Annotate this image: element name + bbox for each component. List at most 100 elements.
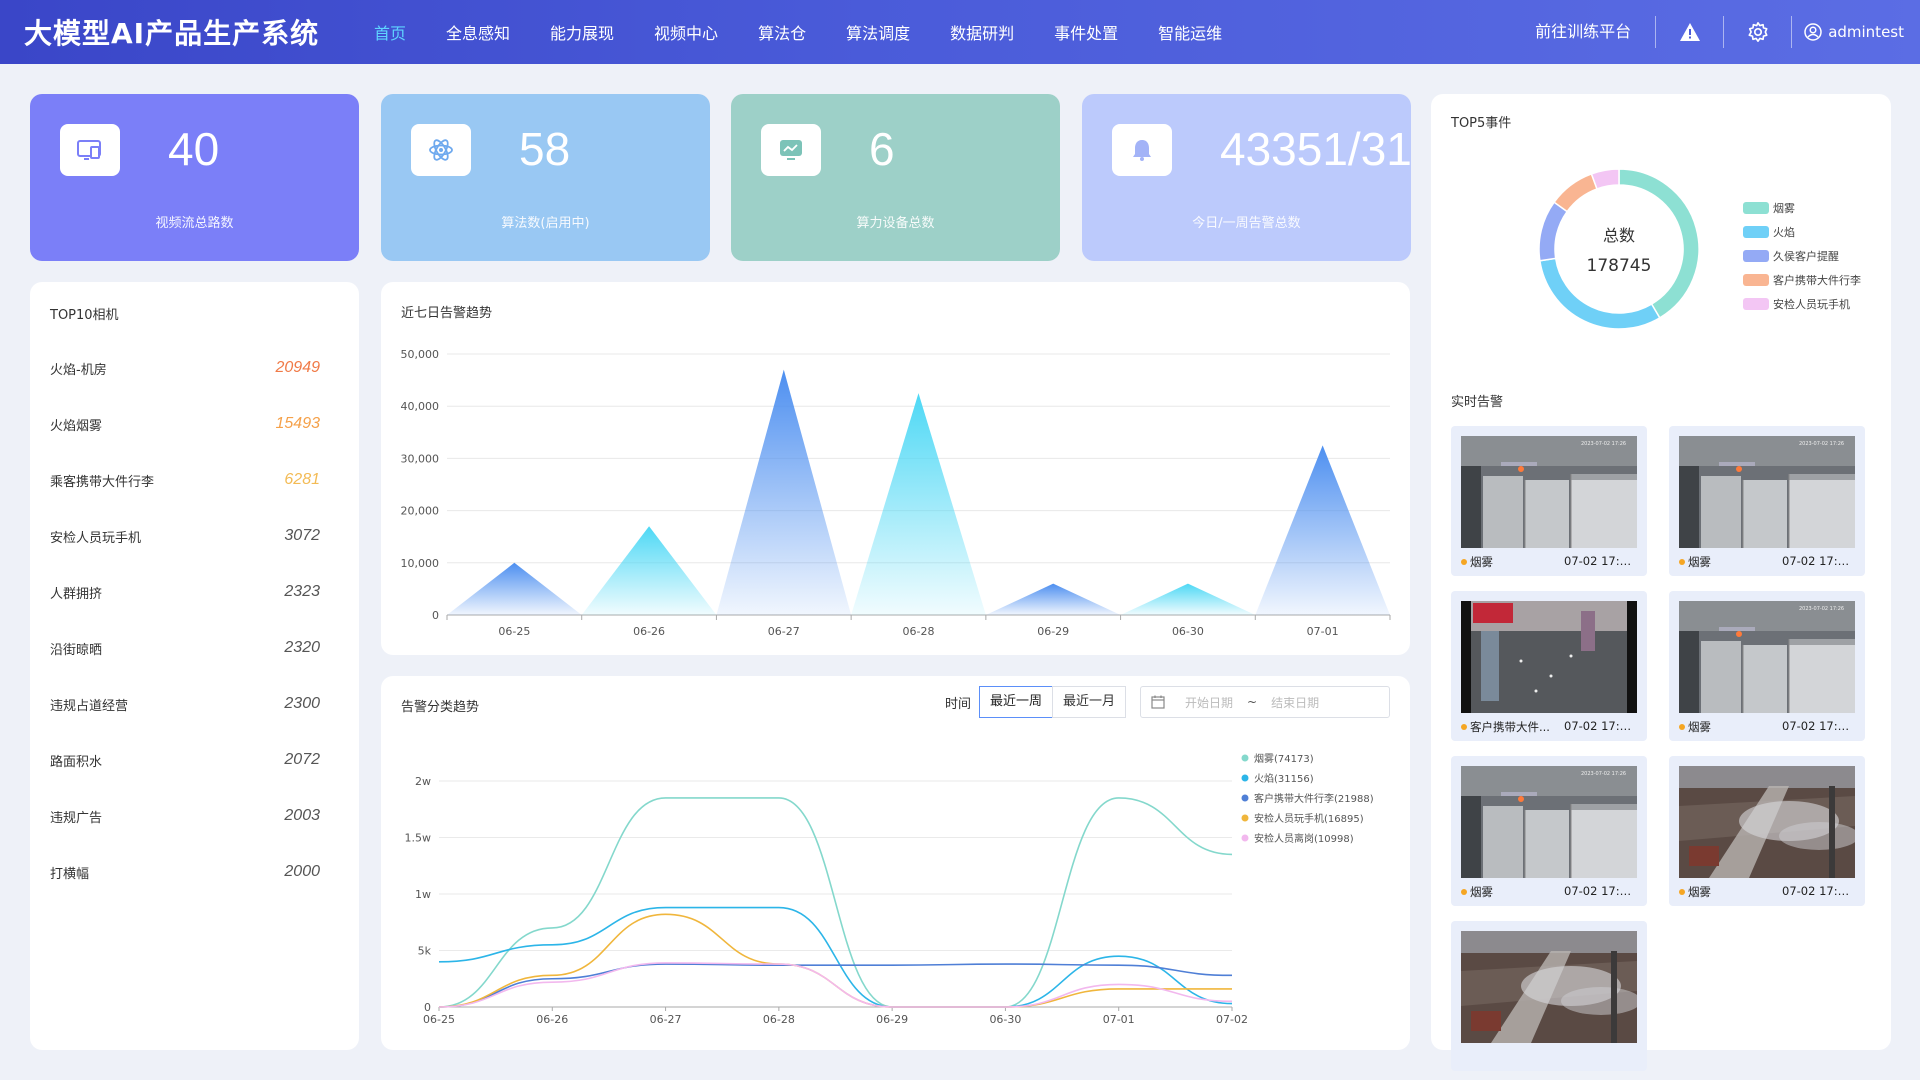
aerial-smoke-image — [1461, 931, 1637, 1043]
top10-row[interactable]: 安检人员玩手机 3072 — [50, 524, 320, 548]
legend-label[interactable]: 安检人员玩手机(16895) — [1254, 812, 1364, 825]
top10-row[interactable]: 火焰-机房 20949 — [50, 356, 320, 380]
legend-label: 客户携带大件行李 — [1773, 274, 1861, 287]
camera-name: 乘客携带大件行李 — [50, 474, 155, 490]
top10-row[interactable]: 违规广告 2003 — [50, 804, 320, 828]
top10-row[interactable]: 人群拥挤 2323 — [50, 580, 320, 604]
realtime-alarm-card[interactable]: 客户携带大件... 07-02 17:26... — [1451, 591, 1647, 741]
legend-label[interactable]: 烟雾(74173) — [1254, 752, 1314, 765]
realtime-alarm-card[interactable] — [1451, 921, 1647, 1071]
nav-item[interactable]: 算法仓 — [758, 20, 806, 44]
realtime-alarm-card[interactable]: 2023-07-02 17:26 烟雾 07-02 17:26... — [1669, 426, 1865, 576]
stat-label: 算力设备总数 — [856, 216, 935, 231]
alarm-count: 6281 — [284, 471, 320, 488]
legend-label[interactable]: 火焰(31156) — [1254, 772, 1314, 785]
user-icon — [1804, 23, 1822, 41]
stat-value: 40 — [168, 123, 220, 175]
nav-item[interactable]: 首页 — [374, 20, 406, 44]
alarm-thumbnail[interactable]: 2023-07-02 17:26 — [1679, 436, 1855, 548]
top10-row[interactable]: 乘客携带大件行李 6281 — [50, 468, 320, 492]
alarm-caption: 烟雾 07-02 17:26... — [1679, 554, 1855, 570]
nav-item[interactable]: 能力展现 — [550, 20, 614, 44]
alarm-thumbnail[interactable] — [1679, 766, 1855, 878]
seven-day-trend-panel: 近七日告警趋势 0 10,000 20,000 30,000 40,000 50,000 0… — [381, 282, 1410, 655]
camera-name: 沿街晾晒 — [50, 642, 103, 658]
y-tick-label: 50,000 — [401, 348, 440, 361]
svg-text:2023-07-02 17:26: 2023-07-02 17:26 — [1581, 771, 1626, 777]
legend-item[interactable]: 安检人员玩手机 — [1743, 292, 1861, 316]
legend-label[interactable]: 客户携带大件行李(21988) — [1254, 792, 1374, 805]
trend-peak — [1120, 583, 1256, 615]
camera-name: 打横幅 — [50, 866, 90, 882]
legend-item[interactable]: 烟雾 — [1743, 196, 1861, 220]
nav-item[interactable]: 智能运维 — [1158, 20, 1222, 44]
alarm-caption: 烟雾 07-02 17:26... — [1679, 719, 1855, 735]
atom-icon — [429, 139, 453, 161]
nav-item[interactable]: 事件处置 — [1054, 20, 1118, 44]
nav-item[interactable]: 数据研判 — [950, 20, 1014, 44]
user-menu[interactable]: admintest — [1792, 23, 1904, 41]
legend-label: 安检人员玩手机 — [1773, 298, 1850, 311]
camera-name: 安检人员玩手机 — [50, 530, 142, 546]
stat-card-algorithms: 58 算法数(启用中) — [381, 94, 710, 261]
alarm-thumbnail[interactable]: 2023-07-02 17:26 — [1461, 766, 1637, 878]
legend-item[interactable]: 火焰 — [1743, 220, 1861, 244]
legend-label[interactable]: 安检人员离岗(10998) — [1254, 832, 1354, 845]
trend-peak — [447, 562, 582, 615]
realtime-alarm-card[interactable]: 烟雾 07-02 17:25... — [1669, 756, 1865, 906]
legend-swatch — [1743, 226, 1769, 238]
status-dot — [1461, 559, 1467, 565]
stat-value: 58 — [519, 123, 571, 175]
alarm-count: 2072 — [284, 751, 320, 768]
alarm-time: 07-02 17:25... — [1564, 884, 1637, 898]
nav-item[interactable]: 视频中心 — [654, 20, 718, 44]
nav-item[interactable]: 全息感知 — [446, 20, 510, 44]
alarm-type: 烟雾 — [1688, 555, 1711, 569]
series-line — [438, 906, 1233, 1008]
legend-marker — [1241, 834, 1249, 842]
settings-button[interactable] — [1724, 16, 1793, 48]
donut-slice[interactable] — [1553, 172, 1598, 213]
y-tick-label: 20,000 — [401, 505, 440, 518]
top10-row[interactable]: 打横幅 2000 — [50, 860, 320, 884]
legend-swatch — [1743, 202, 1769, 214]
top10-row[interactable]: 火焰烟雾 15493 — [50, 412, 320, 436]
svg-text:2023-07-02 17:26: 2023-07-02 17:26 — [1799, 606, 1844, 612]
x-tick-label: 06-26 — [633, 625, 665, 638]
alarm-thumbnail[interactable]: 2023-07-02 17:26 — [1679, 601, 1855, 713]
realtime-alarm-card[interactable]: 2023-07-02 17:26 烟雾 07-02 17:26... — [1451, 426, 1647, 576]
top10-row[interactable]: 沿街晾晒 2320 — [50, 636, 320, 660]
donut-legend: 烟雾火焰 久侯客户提醒客户携带大件行李 安检人员玩手机 — [1743, 196, 1861, 316]
training-platform-link[interactable]: 前往训练平台 — [1535, 16, 1657, 48]
camera-name: 违规占道经营 — [50, 698, 129, 714]
donut-slice[interactable] — [1590, 168, 1620, 190]
x-tick-label: 07-01 — [1307, 625, 1339, 638]
realtime-alarm-card[interactable]: 2023-07-02 17:26 烟雾 07-02 17:25... — [1451, 756, 1647, 906]
trend-peak — [1255, 445, 1390, 615]
legend-item[interactable]: 久侯客户提醒 — [1743, 244, 1861, 268]
y-tick-label: 40,000 — [401, 400, 440, 413]
trend-peak — [985, 583, 1121, 615]
stat-label: 视频流总路数 — [155, 216, 234, 231]
legend-marker — [1241, 794, 1249, 802]
legend-swatch — [1743, 298, 1769, 310]
trend-peak — [581, 526, 717, 615]
alert-button[interactable] — [1656, 16, 1725, 48]
stat-value: 43351/315 — [1220, 123, 1411, 175]
category-trend-panel: 告警分类趋势 时间 最近一周 最近一月 开始日期 ~ 结束日期 0 5k 1w 1.5… — [381, 676, 1410, 1050]
seven-day-trend-chart: 0 10,000 20,000 30,000 40,000 50,000 06-25 06-2… — [401, 348, 1391, 638]
legend-label: 烟雾 — [1773, 202, 1795, 215]
top10-row[interactable]: 违规占道经营 2300 — [50, 692, 320, 716]
top-nav-bar: 大模型AI产品生产系统 首页 全息感知 能力展现 视频中心 算法仓 算法调度 数据研判 事件处… — [0, 0, 1920, 64]
realtime-alarm-card[interactable]: 2023-07-02 17:26 烟雾 07-02 17:26... — [1669, 591, 1865, 741]
alarm-thumbnail[interactable] — [1461, 931, 1637, 1043]
alarm-count: 20949 — [275, 359, 321, 376]
legend-item[interactable]: 客户携带大件行李 — [1743, 268, 1861, 292]
alarm-thumbnail[interactable] — [1461, 601, 1637, 713]
panel-title: 实时告警 — [1451, 395, 1504, 410]
username: admintest — [1828, 23, 1904, 41]
alarm-thumbnail[interactable]: 2023-07-02 17:26 — [1461, 436, 1637, 548]
donut-slice[interactable] — [1538, 201, 1569, 262]
nav-item[interactable]: 算法调度 — [846, 20, 910, 44]
top10-row[interactable]: 路面积水 2072 — [50, 748, 320, 772]
